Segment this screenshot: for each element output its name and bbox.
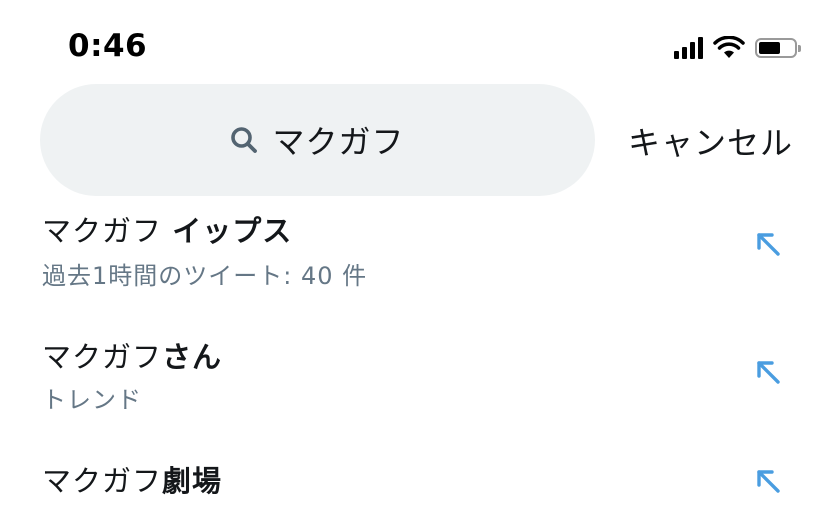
suggestion-subtitle: トレンド bbox=[42, 386, 142, 414]
wifi-icon bbox=[713, 36, 745, 58]
status-time: 0:46 bbox=[68, 28, 148, 64]
search-row: マクガフ キャンセル bbox=[40, 84, 810, 196]
search-query-text: マクガフ bbox=[272, 123, 405, 161]
suggestion-subtitle: 過去1時間のツイート: 40 件 bbox=[42, 262, 368, 290]
suggestion-query-prefix: マクガフ bbox=[42, 464, 163, 498]
suggestion-query-highlight: さん bbox=[162, 340, 223, 374]
suggestion-query-highlight: 劇場 bbox=[162, 464, 223, 498]
suggestion-query: マクガフさん bbox=[42, 334, 222, 376]
suggestion-item[interactable]: マクガフさん トレンド bbox=[0, 322, 827, 432]
arrow-up-left-icon[interactable] bbox=[754, 358, 782, 386]
cancel-button[interactable]: キャンセル bbox=[628, 118, 793, 164]
suggestion-query-prefix: マクガフ bbox=[42, 214, 173, 248]
arrow-up-left-icon[interactable] bbox=[754, 467, 782, 495]
status-icons bbox=[674, 36, 801, 60]
suggestion-query-highlight: イップス bbox=[172, 214, 293, 248]
suggestion-query: マクガフ劇場 bbox=[42, 458, 222, 500]
arrow-up-left-icon[interactable] bbox=[754, 230, 782, 258]
suggestion-query-prefix: マクガフ bbox=[42, 340, 163, 374]
suggestion-item[interactable]: マクガフ劇場 bbox=[0, 446, 827, 532]
battery-icon bbox=[755, 38, 801, 58]
suggestion-item[interactable]: マクガフ イップス 過去1時間のツイート: 40 件 bbox=[0, 196, 827, 306]
suggestion-query: マクガフ イップス bbox=[42, 208, 292, 250]
search-icon bbox=[230, 126, 258, 154]
status-bar: 0:46 bbox=[0, 0, 827, 80]
search-input[interactable]: マクガフ bbox=[40, 84, 595, 196]
cellular-signal-icon bbox=[674, 37, 703, 59]
